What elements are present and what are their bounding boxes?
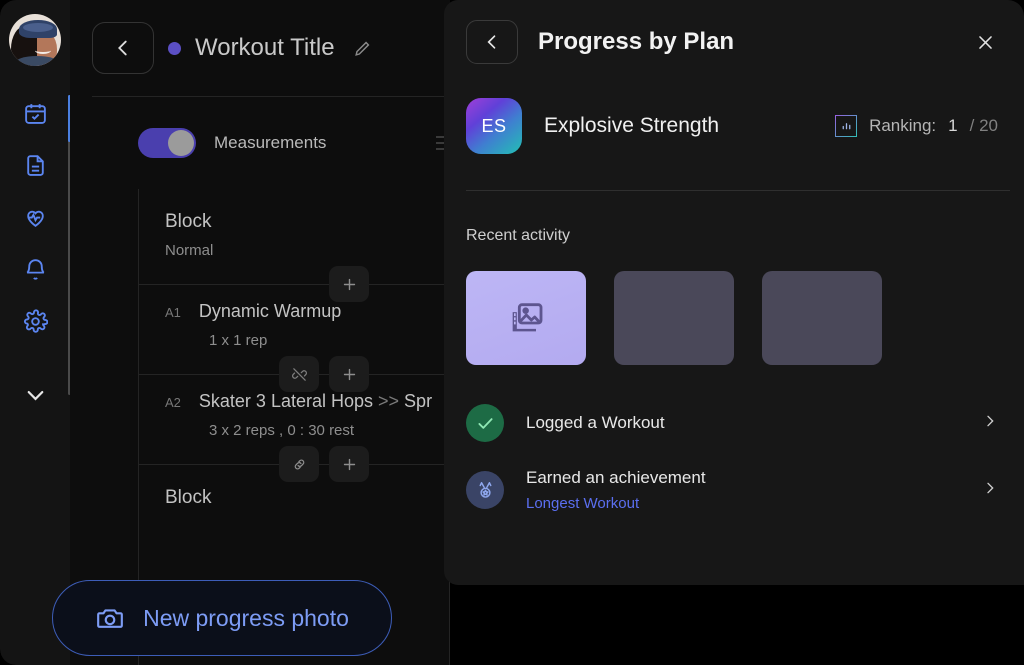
activity-subtitle-link[interactable]: Longest Workout	[526, 495, 960, 512]
document-icon	[23, 153, 48, 178]
edit-title-button[interactable]	[349, 34, 377, 62]
medal-icon	[466, 471, 504, 509]
pencil-icon	[353, 39, 372, 58]
exercise-index: A2	[165, 395, 181, 410]
chevron-left-icon	[482, 32, 502, 52]
add-exercise-button[interactable]	[329, 446, 369, 482]
chevron-left-icon	[112, 37, 134, 59]
plus-icon	[341, 276, 358, 293]
check-circle-icon	[466, 404, 504, 442]
superset-arrows: >>	[378, 391, 399, 411]
chevron-right-icon	[982, 413, 998, 429]
exercise-meta: 3 x 2 reps , 0 : 30 rest	[209, 422, 449, 439]
sidebar-item-calendar[interactable]	[13, 96, 57, 130]
ranking-total: / 20	[970, 116, 998, 136]
sidebar-nav	[13, 96, 57, 412]
measurements-toggle[interactable]	[138, 128, 196, 158]
chevron-right-icon	[982, 480, 998, 496]
ranking-label: Ranking:	[869, 116, 936, 136]
recent-activity-heading: Recent activity	[444, 191, 1024, 245]
workout-color-dot	[168, 42, 181, 55]
block-title: Block	[165, 487, 449, 509]
bar-chart-glyph	[840, 120, 853, 133]
link-broken-icon	[291, 366, 308, 383]
link-exercise-button[interactable]	[279, 446, 319, 482]
check-glyph	[475, 413, 496, 434]
activity-list: Logged a Workout Earned a	[444, 365, 1024, 525]
thumbnail-photo[interactable]	[466, 271, 586, 365]
thumbnail-strip	[444, 245, 1024, 365]
panel-title: Progress by Plan	[538, 28, 948, 56]
activity-chevron[interactable]	[982, 480, 1002, 501]
block-section: Block Normal	[139, 189, 449, 259]
block-title: Block	[165, 211, 449, 233]
page-title: Workout Title	[195, 34, 335, 62]
plan-avatar: ES	[466, 98, 522, 154]
ranking-value: 1	[948, 116, 957, 136]
panel-header: Progress by Plan	[444, 0, 1024, 84]
sidebar-item-health[interactable]	[13, 200, 57, 234]
heart-pulse-icon	[23, 205, 48, 230]
bar-chart-icon	[835, 115, 857, 137]
new-progress-photo-button[interactable]: New progress photo	[52, 580, 392, 656]
plan-summary: ES Explosive Strength Ranking: 1 / 20	[444, 84, 1024, 154]
ranking-group: Ranking: 1 / 20	[835, 115, 998, 137]
activity-item-achievement[interactable]: Earned an achievement Longest Workout	[466, 455, 1024, 525]
divider	[139, 284, 449, 285]
divider	[139, 374, 449, 375]
unlink-exercise-button[interactable]	[279, 356, 319, 392]
main-content: Workout Title Measurements Block Normal	[70, 0, 450, 665]
gear-icon	[23, 309, 48, 334]
thumbnail-empty[interactable]	[762, 271, 882, 365]
medal-glyph	[475, 480, 496, 501]
user-avatar[interactable]	[9, 14, 61, 66]
app-window: Workout Title Measurements Block Normal	[0, 0, 1024, 665]
divider	[139, 464, 449, 465]
sidebar-item-notifications[interactable]	[13, 252, 57, 286]
measurements-row: Measurements	[70, 97, 450, 189]
panel-back-button[interactable]	[466, 20, 518, 64]
exercise-name: Dynamic Warmup	[199, 301, 341, 322]
sidebar	[0, 0, 70, 665]
sidebar-item-settings[interactable]	[13, 304, 57, 338]
exercise-name: Skater 3 Lateral Hops >> Spr	[199, 391, 432, 412]
plan-name: Explosive Strength	[544, 114, 719, 138]
plus-icon	[341, 456, 358, 473]
measurements-label: Measurements	[214, 133, 326, 153]
exercise-meta: 1 x 1 rep	[209, 332, 449, 349]
calendar-check-icon	[23, 101, 48, 126]
camera-icon	[95, 605, 125, 631]
chevron-down-icon	[22, 382, 49, 409]
activity-chevron[interactable]	[982, 413, 1002, 434]
block-subtitle: Normal	[165, 242, 449, 259]
back-button[interactable]	[92, 22, 154, 74]
activity-title: Logged a Workout	[526, 413, 960, 433]
exercise-index: A1	[165, 305, 181, 320]
exercise-row[interactable]: A1 Dynamic Warmup 1 x 1 rep	[139, 285, 449, 349]
sidebar-expand-button[interactable]	[13, 378, 57, 412]
add-exercise-button[interactable]	[329, 266, 369, 302]
add-exercise-button[interactable]	[329, 356, 369, 392]
workout-header: Workout Title	[70, 0, 450, 96]
activity-title: Earned an achievement	[526, 468, 960, 488]
bell-icon	[23, 257, 48, 282]
thumbnail-empty[interactable]	[614, 271, 734, 365]
sidebar-item-documents[interactable]	[13, 148, 57, 182]
activity-item-logged-workout[interactable]: Logged a Workout	[466, 391, 1024, 455]
link-icon	[291, 456, 308, 473]
close-icon	[976, 33, 995, 52]
photos-icon	[504, 298, 548, 338]
cta-label: New progress photo	[143, 605, 349, 632]
plus-icon	[341, 366, 358, 383]
panel-close-button[interactable]	[968, 25, 1002, 59]
progress-panel: Progress by Plan ES Explosive Strength R…	[444, 0, 1024, 585]
